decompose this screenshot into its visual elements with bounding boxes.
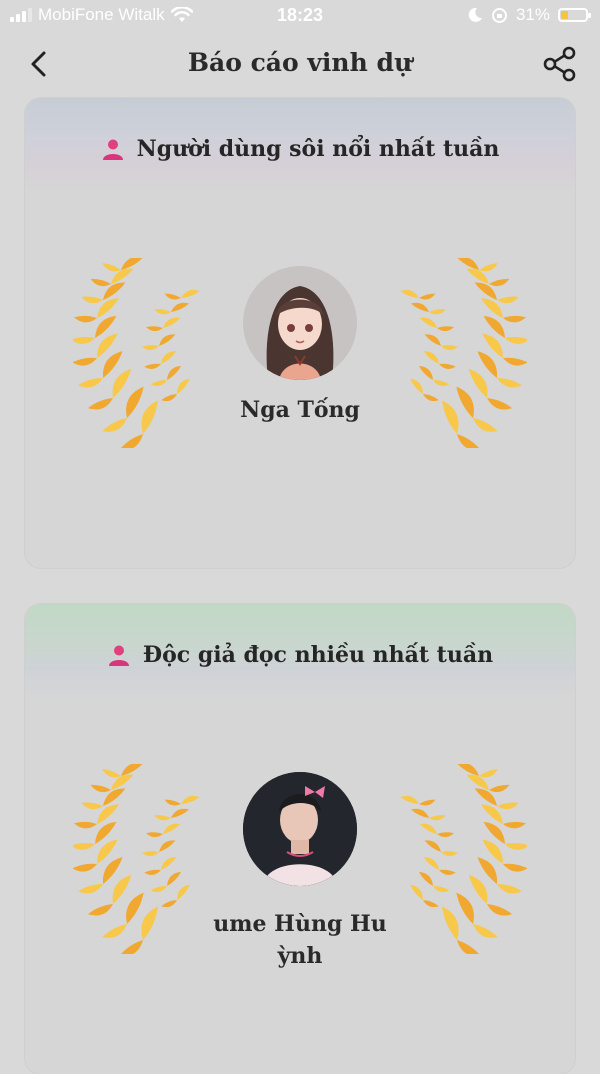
avatar[interactable] xyxy=(243,772,357,886)
man-photo-avatar-icon xyxy=(243,772,357,886)
status-right: 31% xyxy=(467,5,591,25)
honor-card-most-active: Người dùng sôi nổi nhất tuần Nga Tống xyxy=(25,98,575,568)
person-icon xyxy=(108,645,129,666)
avatar[interactable] xyxy=(243,266,357,380)
laurel-left-icon xyxy=(73,764,200,954)
card-title-text: Độc giả đọc nhiều nhất tuần xyxy=(142,642,494,668)
status-bar: MobiFone Witalk 18:23 31% xyxy=(0,0,600,32)
laurel-left-icon xyxy=(73,258,200,448)
honor-card-top-reader: Độc giả đọc nhiều nhất tuần ume Hùng Hu … xyxy=(25,604,575,1074)
battery-percent: 31% xyxy=(515,5,550,24)
orientation-lock-icon xyxy=(491,7,507,23)
card-title: Độc giả đọc nhiều nhất tuần xyxy=(25,642,575,668)
moon-icon xyxy=(468,7,482,22)
nav-header: Báo cáo vinh dự xyxy=(0,32,600,96)
laurel-right-icon xyxy=(400,258,527,448)
user-name: ume Hùng Hu ỳnh xyxy=(213,911,387,969)
user-name: Nga Tống xyxy=(240,397,360,423)
anime-girl-avatar-icon xyxy=(266,286,334,380)
laurel-right-icon xyxy=(400,764,527,954)
share-icon[interactable] xyxy=(542,46,578,82)
battery-icon xyxy=(558,8,591,22)
person-icon xyxy=(102,139,123,160)
card-title: Người dùng sôi nổi nhất tuần xyxy=(25,136,575,162)
card-title-text: Người dùng sôi nổi nhất tuần xyxy=(136,136,500,162)
page-title: Báo cáo vinh dự xyxy=(187,48,413,77)
